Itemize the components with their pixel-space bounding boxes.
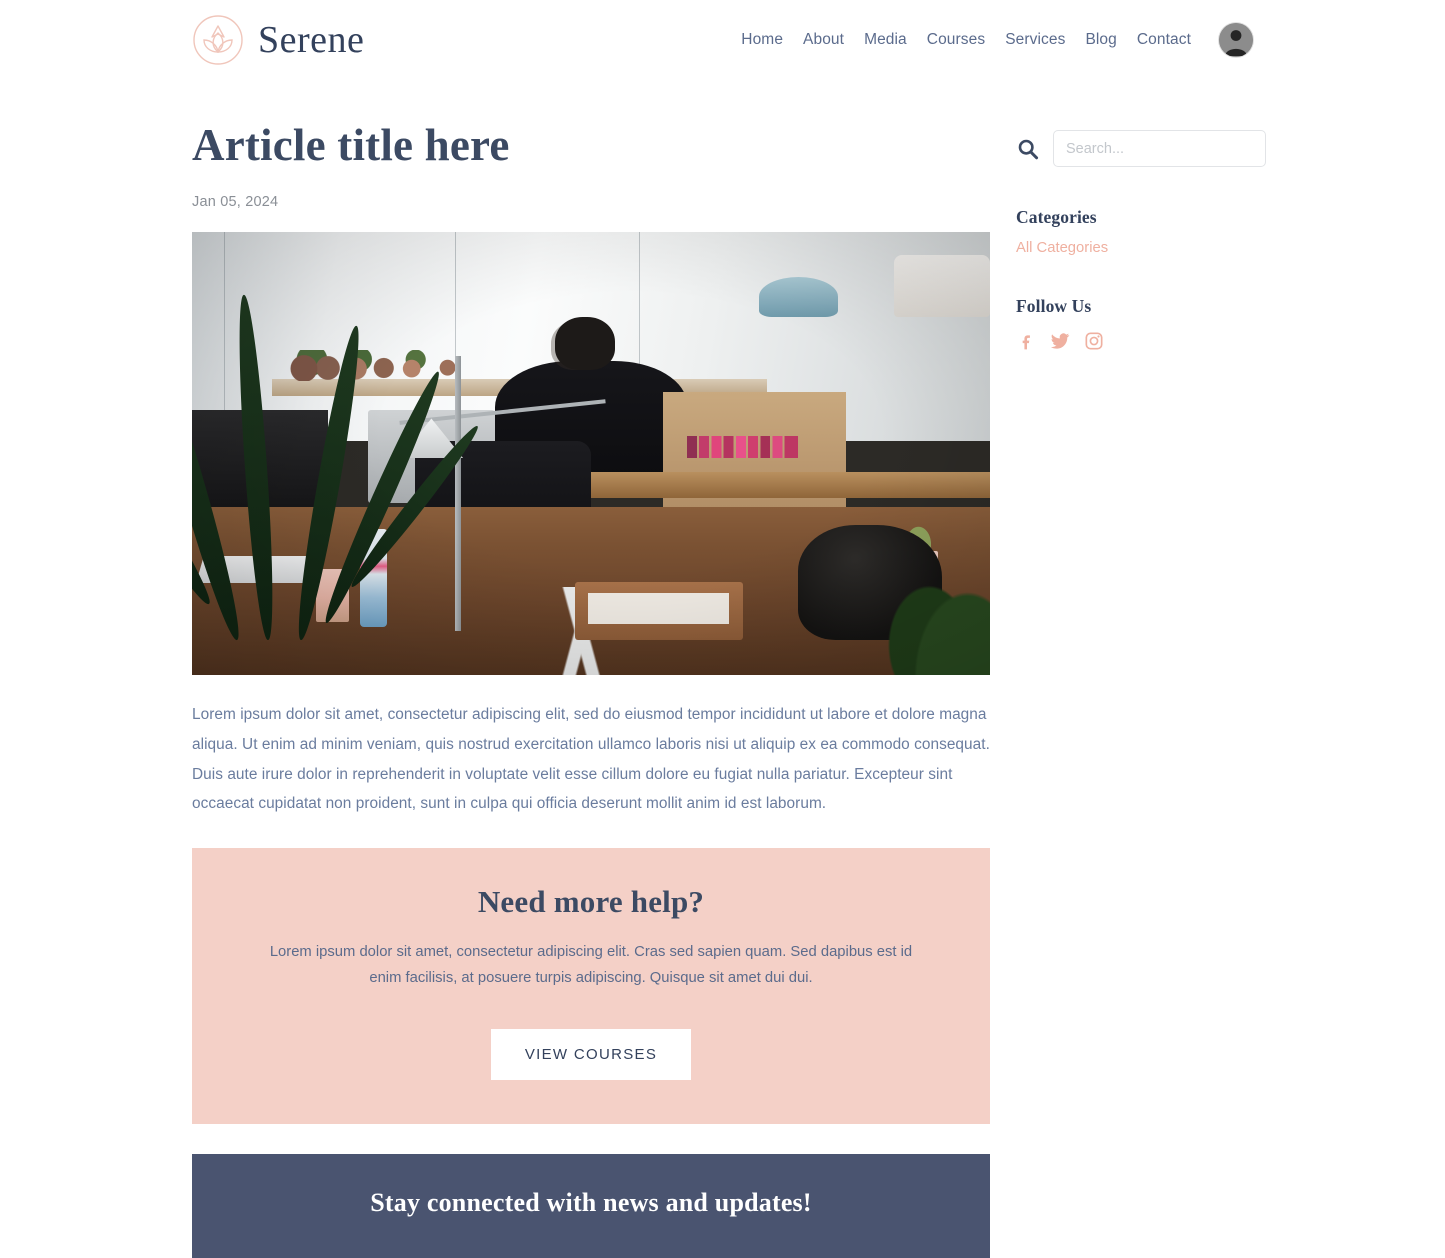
article-column: Article title here Jan 05, 2024 Lorem ip… [192, 120, 990, 1258]
newsletter-band: Stay connected with news and updates! [192, 1154, 990, 1258]
search-row [1016, 130, 1266, 167]
brand-name: Serene [258, 19, 365, 61]
nav-item-about[interactable]: About [793, 31, 854, 49]
article-date: Jan 05, 2024 [192, 194, 279, 211]
nav-item-media[interactable]: Media [854, 31, 917, 49]
social-links [1016, 331, 1266, 351]
nav-item-contact[interactable]: Contact [1127, 31, 1201, 49]
search-input[interactable] [1053, 130, 1266, 167]
main-navigation: Home About Media Courses Services Blog C… [731, 0, 1253, 80]
view-courses-button[interactable]: VIEW COURSES [490, 1029, 692, 1081]
follow-us-heading: Follow Us [1016, 296, 1092, 316]
newsletter-heading: Stay connected with news and updates! [370, 1188, 812, 1218]
sidebar: Categories All Categories Follow Us [1016, 130, 1266, 351]
category-link-all[interactable]: All Categories [1016, 240, 1266, 256]
article-hero-image [192, 232, 990, 676]
site-header: Serene Home About Media Courses Services… [0, 0, 1445, 80]
facebook-icon[interactable] [1016, 331, 1036, 351]
categories-heading: Categories [1016, 207, 1097, 227]
twitter-icon[interactable] [1050, 331, 1070, 351]
nav-item-home[interactable]: Home [731, 31, 793, 49]
nav-item-courses[interactable]: Courses [917, 31, 995, 49]
cta-card: Need more help? Lorem ipsum dolor sit am… [192, 847, 990, 1125]
brand-logo-link[interactable]: Serene [192, 14, 364, 66]
nav-item-services[interactable]: Services [995, 31, 1075, 49]
instagram-icon[interactable] [1084, 331, 1104, 351]
article-body: Lorem ipsum dolor sit amet, consectetur … [192, 706, 990, 813]
cta-heading: Need more help? [477, 883, 705, 919]
cta-text: Lorem ipsum dolor sit amet, consectetur … [269, 943, 913, 986]
page-title: Article title here [192, 120, 510, 170]
lotus-flower-icon [192, 14, 244, 66]
page-root: Serene Home About Media Courses Services… [0, 0, 1445, 1258]
search-icon[interactable] [1016, 137, 1040, 161]
nav-item-blog[interactable]: Blog [1075, 31, 1126, 49]
user-avatar-icon[interactable] [1219, 23, 1253, 57]
